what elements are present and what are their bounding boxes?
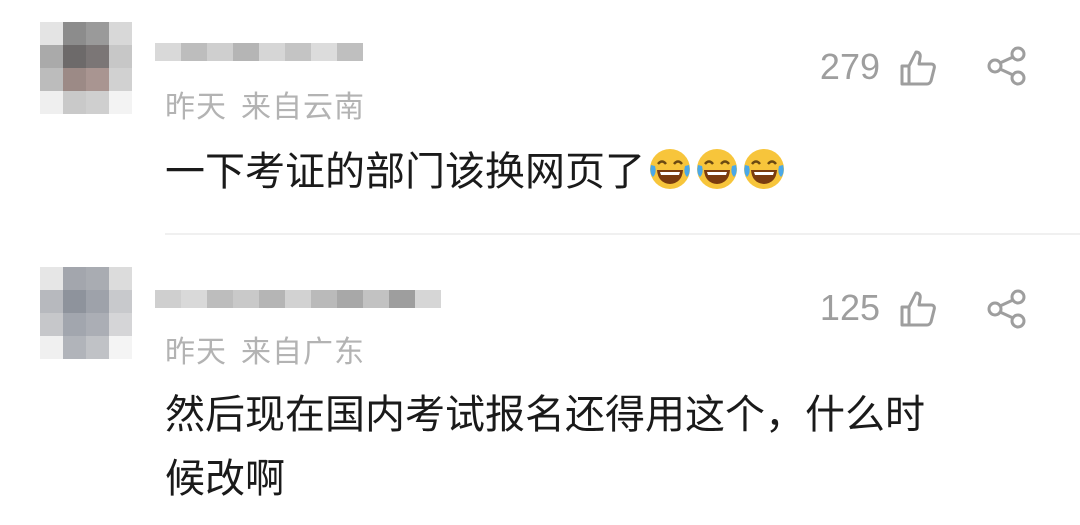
comment-text: 然后现在国内考试报名还得用这个，什么时 候改啊	[165, 383, 1020, 511]
like-count: 279	[819, 46, 880, 87]
comment-item: 昨天 来自云南 279 一下考证的部门该换网页了	[0, 0, 1080, 235]
share-icon[interactable]	[985, 289, 1029, 329]
thumbs-up-icon[interactable]	[898, 48, 938, 88]
laughing-crying-emoji-icon	[697, 149, 737, 189]
comment-body-line: 然后现在国内考试报名还得用这个，什么时	[165, 392, 925, 438]
comment-meta: 昨天 来自广东	[165, 327, 365, 371]
avatar[interactable]	[40, 267, 132, 359]
laughing-crying-emoji-icon	[650, 149, 690, 189]
comment-location: 来自广东	[241, 335, 365, 370]
username-redacted[interactable]	[155, 272, 441, 326]
thumbs-up-icon[interactable]	[898, 289, 938, 329]
comment-body: 一下考证的部门该换网页了	[165, 149, 645, 195]
like-count: 125	[819, 287, 880, 328]
share-icon[interactable]	[985, 46, 1029, 86]
comment-date: 昨天	[165, 90, 227, 125]
comment-meta: 昨天 来自云南	[165, 82, 365, 126]
comment-item: 昨天 来自广东 125 然后现在国内考试报名还得用这个，什么时 候改啊	[0, 235, 1080, 525]
laughing-crying-emoji-icon	[744, 149, 784, 189]
comment-text: 一下考证的部门该换网页了	[165, 140, 1020, 204]
comment-body-line: 候改啊	[165, 456, 285, 502]
avatar[interactable]	[40, 22, 132, 114]
comment-date: 昨天	[165, 335, 227, 370]
comment-location: 来自云南	[241, 90, 365, 125]
username-redacted[interactable]	[155, 25, 363, 79]
